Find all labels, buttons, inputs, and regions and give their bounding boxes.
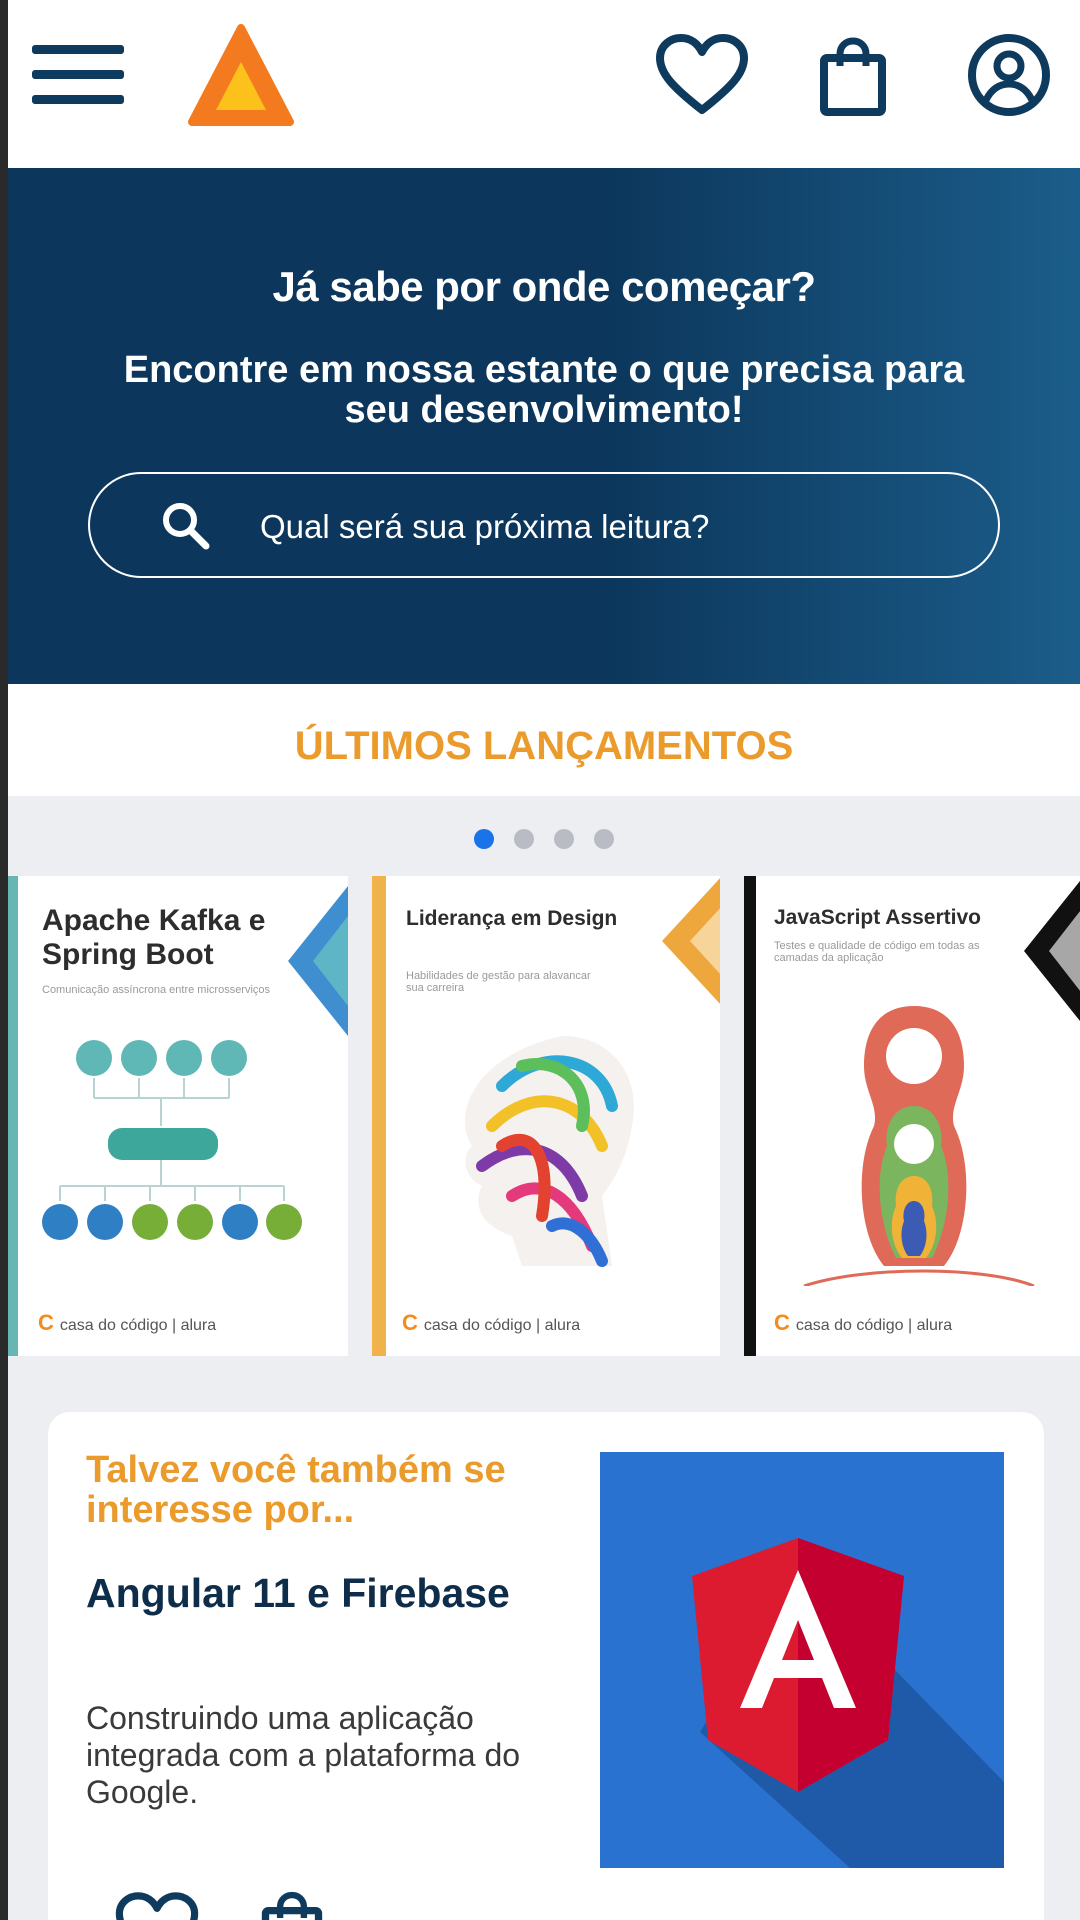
search-placeholder: Qual será sua próxima leitura? xyxy=(260,508,710,545)
hero-title: Já sabe por onde começar? xyxy=(272,263,816,310)
book-spine xyxy=(8,876,18,1356)
hero-banner: Já sabe por onde começar? Encontre em no… xyxy=(8,168,1080,684)
book-publisher: Ccasa do código | alura xyxy=(38,1310,217,1335)
suggestion-book-cover[interactable] xyxy=(600,1452,1004,1868)
book-card-apache-kafka[interactable]: Apache Kafka e Spring Boot Comunicação a… xyxy=(8,876,348,1356)
bookmark-ribbon-icon xyxy=(288,886,348,1036)
carousel-dots xyxy=(474,829,634,851)
book-spine xyxy=(372,876,386,1356)
launches-header: ÚLTIMOS LANÇAMENTOS xyxy=(8,684,1080,796)
heart-icon[interactable] xyxy=(114,1890,200,1920)
colorful-head-illustration xyxy=(464,1036,634,1267)
architecture-diagram-illustration xyxy=(42,1040,302,1240)
suggestion-kicker: Talvez você também se interesse por... xyxy=(86,1449,506,1531)
angular-logo-icon xyxy=(692,1538,1004,1868)
book-subtitle: Comunicação assíncrona entre microsservi… xyxy=(42,984,271,996)
book-subtitle: Testes e qualidade de código em todas as… xyxy=(774,940,980,964)
heart-icon[interactable] xyxy=(654,32,750,118)
bookmark-ribbon-icon xyxy=(662,878,720,1004)
book-publisher: Ccasa do código | alura xyxy=(774,1310,953,1335)
book-publisher: Ccasa do código | alura xyxy=(402,1310,581,1335)
carousel-dot-4[interactable] xyxy=(594,829,614,849)
book-card-javascript-assertivo[interactable]: JavaScript Assertivo Testes e qualidade … xyxy=(744,876,1080,1356)
book-card-lideranca-design[interactable]: Liderança em Design Habilidades de gestã… xyxy=(372,876,720,1356)
search-input[interactable]: Qual será sua próxima leitura? xyxy=(88,472,1000,578)
page: Já sabe por onde começar? Encontre em no… xyxy=(8,0,1080,1920)
carousel-dot-1[interactable] xyxy=(474,829,494,849)
carousel-dot-3[interactable] xyxy=(554,829,574,849)
suggestion-book-description: Construindo uma aplicação integrada com … xyxy=(86,1700,521,1810)
triangle-logo-icon[interactable] xyxy=(186,24,296,128)
hero-subtitle: Encontre em nossa estante o que precisa … xyxy=(123,349,965,431)
suggestion-card: Talvez você também se interesse por... A… xyxy=(48,1412,1044,1920)
book-title: Liderança em Design xyxy=(406,907,618,930)
hamburger-menu-icon[interactable] xyxy=(32,40,132,110)
user-account-icon[interactable] xyxy=(966,32,1052,118)
carousel-dot-2[interactable] xyxy=(514,829,534,849)
suggestion-book-title[interactable]: Angular 11 e Firebase xyxy=(86,1570,510,1617)
book-subtitle: Habilidades de gestão para alavancar sua… xyxy=(406,970,591,994)
search-icon xyxy=(163,503,210,550)
section-title: ÚLTIMOS LANÇAMENTOS xyxy=(294,724,794,768)
book-spine xyxy=(744,876,756,1356)
app-header xyxy=(8,0,1080,168)
shopping-bag-icon[interactable] xyxy=(818,36,888,118)
book-title: JavaScript Assertivo xyxy=(774,906,981,929)
nesting-doll-illustration xyxy=(803,1006,1035,1286)
shopping-bag-icon[interactable] xyxy=(260,1890,324,1920)
book-title: Apache Kafka e Spring Boot xyxy=(42,904,266,971)
